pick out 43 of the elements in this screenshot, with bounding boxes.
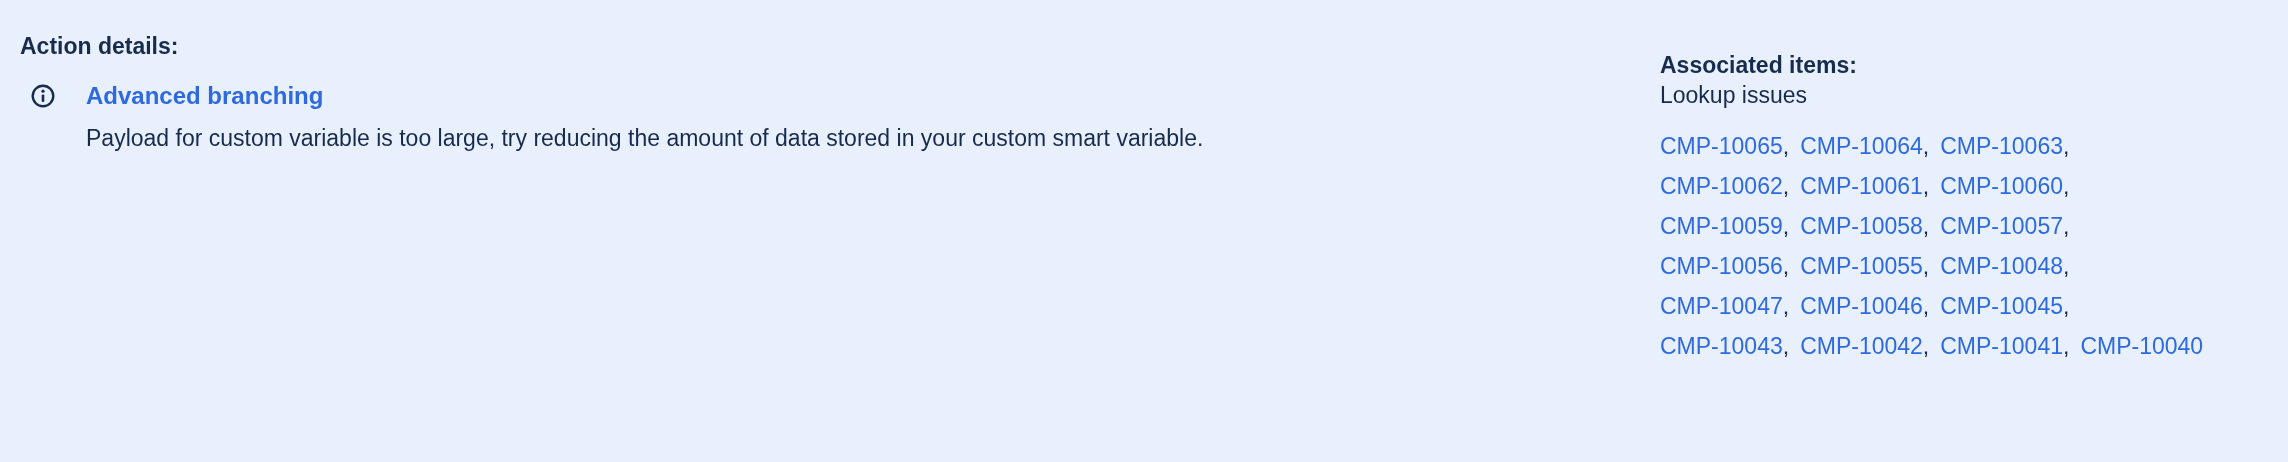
issue-link[interactable]: CMP-10041 (1940, 326, 2063, 366)
issue-link[interactable]: CMP-10062 (1660, 166, 1783, 206)
issue-link[interactable]: CMP-10064 (1800, 126, 1923, 166)
info-icon (30, 83, 56, 109)
error-message: Payload for custom variable is too large, try reducing the amount of data stored in your custom smart variable. (86, 124, 1204, 153)
separator: , (2063, 172, 2070, 201)
separator: , (1782, 332, 1790, 361)
separator: , (2063, 132, 2070, 161)
separator: , (2063, 252, 2070, 281)
issue-link[interactable]: CMP-10065 (1660, 126, 1783, 166)
separator: , (1922, 212, 1930, 241)
issue-link[interactable]: CMP-10046 (1800, 286, 1923, 326)
subheading: Lookup issues (1660, 81, 1808, 110)
section-heading: Associated items: (1660, 51, 1857, 80)
section-heading: Action details: (20, 32, 179, 61)
issue-link[interactable]: CMP-10048 (1940, 246, 2063, 286)
separator: , (1922, 172, 1930, 201)
separator: , (1782, 212, 1790, 241)
issue-link[interactable]: CMP-10045 (1940, 286, 2063, 326)
issue-link[interactable]: CMP-10056 (1660, 246, 1783, 286)
separator: , (1782, 172, 1790, 201)
separator: , (2063, 292, 2070, 321)
issue-link[interactable]: CMP-10060 (1940, 166, 2063, 206)
issue-link[interactable]: CMP-10047 (1660, 286, 1783, 326)
separator: , (1922, 132, 1930, 161)
issue-link[interactable]: CMP-10043 (1660, 326, 1783, 366)
separator: , (1782, 292, 1790, 321)
separator: , (2063, 212, 2070, 241)
issue-link[interactable]: CMP-10057 (1940, 206, 2063, 246)
separator: , (1782, 252, 1790, 281)
issue-link[interactable]: CMP-10042 (1800, 326, 1923, 366)
action-link[interactable]: Advanced branching (86, 80, 324, 112)
issue-link[interactable]: CMP-10040 (2080, 326, 2204, 366)
issue-link[interactable]: CMP-10059 (1660, 206, 1783, 246)
issue-link[interactable]: CMP-10061 (1800, 166, 1923, 206)
separator: , (1782, 132, 1790, 161)
separator: , (1922, 292, 1930, 321)
separator: , (1922, 332, 1930, 361)
issue-link[interactable]: CMP-10058 (1800, 206, 1923, 246)
issue-link[interactable]: CMP-10063 (1940, 126, 2063, 166)
separator: , (2063, 332, 2070, 361)
issue-link[interactable]: CMP-10055 (1800, 246, 1923, 286)
separator: , (1922, 252, 1930, 281)
